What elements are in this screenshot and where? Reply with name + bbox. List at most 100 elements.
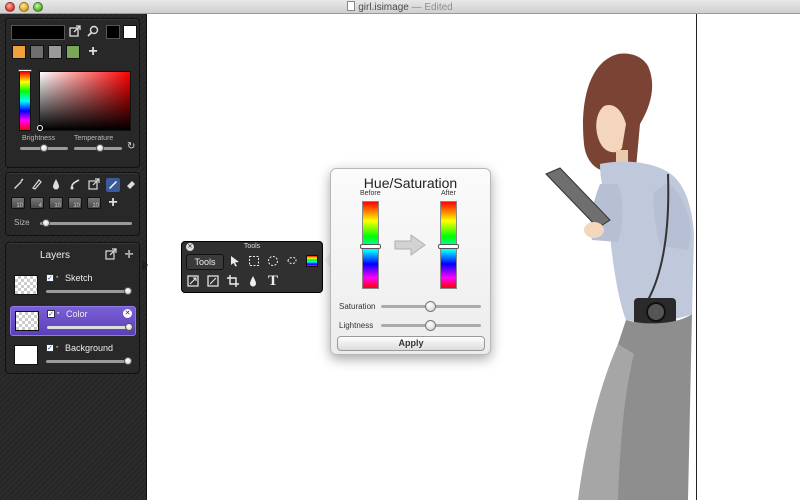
pointer-icon[interactable] — [228, 255, 242, 269]
smudge-icon[interactable] — [68, 178, 82, 192]
add-brush-icon[interactable]: + — [106, 195, 120, 211]
temperature-label: Temperature — [74, 135, 114, 142]
layers-title: Layers — [40, 250, 71, 261]
reset-icon[interactable]: ↻ — [127, 141, 135, 152]
tab-tools[interactable]: Tools — [186, 254, 224, 270]
lightness-slider-thumb[interactable] — [425, 320, 436, 331]
pencil-icon[interactable] — [30, 178, 44, 192]
crop-icon[interactable] — [226, 275, 240, 289]
before-label: Before — [360, 190, 381, 197]
layer-thumbnail — [14, 345, 38, 365]
add-layer-icon[interactable]: + — [122, 247, 136, 263]
export-layer-icon[interactable] — [104, 248, 118, 262]
tools-palette-title: Tools — [243, 243, 261, 250]
recent-color-swatch[interactable] — [66, 45, 80, 59]
layer-opacity-thumb[interactable] — [124, 357, 132, 365]
size-slider[interactable] — [40, 222, 132, 225]
brush-size-label: 4 — [38, 203, 42, 209]
eraser-icon[interactable] — [124, 178, 138, 192]
brush-preset[interactable]: 10 — [68, 197, 82, 209]
layer-visibility-checkbox[interactable]: ✓ — [46, 274, 54, 282]
eyedropper-icon[interactable] — [86, 25, 100, 39]
size-label: Size — [14, 218, 30, 227]
hue-panel-title: Hue/Saturation — [363, 175, 458, 191]
before-hue-handle[interactable] — [360, 244, 381, 249]
rect-select-icon[interactable] — [247, 255, 261, 269]
export-icon[interactable] — [68, 25, 82, 39]
document-icon — [347, 1, 356, 11]
lock-icon[interactable]: ▪ — [56, 344, 62, 352]
delete-layer-icon[interactable]: ✕ — [123, 309, 132, 318]
brush-preset[interactable]: 10 — [87, 197, 101, 209]
layer-thumbnail — [15, 311, 39, 331]
tools-palette: ✕ Tools Tools T — [181, 241, 323, 293]
recent-color-swatch[interactable] — [30, 45, 44, 59]
brush-preset[interactable]: 4 — [30, 197, 44, 209]
brush-active-icon[interactable] — [106, 178, 120, 192]
export-icon[interactable] — [87, 178, 101, 192]
arrow-right-icon — [394, 234, 426, 256]
layer-item-background[interactable]: ✓ ▪ Background — [10, 341, 136, 371]
window-title-text: girl.isimage — [358, 2, 409, 13]
brush-size-label: 10 — [16, 203, 23, 209]
add-color-icon[interactable]: + — [86, 44, 100, 60]
layer-opacity-thumb[interactable] — [125, 323, 133, 331]
layer-opacity-slider[interactable] — [47, 326, 129, 329]
brush-size-label: 10 — [73, 203, 80, 209]
layer-thumbnail — [14, 275, 38, 295]
resize-icon[interactable] — [186, 275, 200, 289]
brush-size-label: 10 — [92, 203, 99, 209]
window-titlebar: girl.isimage — Edited — [0, 0, 800, 14]
layer-opacity-slider[interactable] — [46, 360, 128, 363]
brightness-label: Brightness — [22, 135, 56, 142]
drop-icon[interactable] — [246, 275, 260, 289]
lock-icon[interactable]: ▪ — [57, 310, 63, 318]
layer-visibility-checkbox[interactable]: ✓ — [46, 344, 54, 352]
hue-saturation-icon[interactable] — [306, 255, 318, 267]
layer-name: Color — [66, 309, 88, 319]
brush-panel: 10 4 10 10 10 + Size — [5, 172, 140, 236]
layer-visibility-checkbox[interactable]: ✓ — [47, 310, 55, 318]
brush-icon[interactable] — [11, 178, 25, 192]
saturation-label: Saturation — [339, 302, 376, 311]
left-sidebar: + Brightness Temperature ↻ 10 4 10 10 10… — [0, 14, 147, 500]
transform-icon[interactable] — [206, 275, 220, 289]
saturation-slider-thumb[interactable] — [425, 301, 436, 312]
lasso-select-icon[interactable] — [285, 255, 299, 269]
window-edited-label: — Edited — [411, 2, 453, 13]
recent-color-swatch[interactable] — [48, 45, 62, 59]
window-title: girl.isimage — Edited — [0, 1, 800, 13]
brightness-slider-thumb[interactable] — [40, 144, 48, 152]
text-icon[interactable]: T — [266, 274, 280, 289]
canvas-edge-divider — [696, 14, 697, 500]
lightness-label: Lightness — [339, 321, 374, 330]
layer-item-color[interactable]: ✓ ▪ Color ✕ — [10, 306, 136, 336]
layer-item-sketch[interactable]: ✓ ▪ Sketch — [10, 271, 136, 301]
brush-preset[interactable]: 10 — [11, 197, 25, 209]
brush-size-label: 10 — [54, 203, 61, 209]
ellipse-select-icon[interactable] — [266, 255, 280, 269]
layers-panel: Layers + ✓ ▪ Sketch ✓ ▪ Color ✕ ✓ ▪ Back… — [5, 242, 140, 374]
brush-preset[interactable]: 10 — [49, 197, 63, 209]
recent-color-swatch[interactable] — [12, 45, 26, 59]
temperature-slider-thumb[interactable] — [96, 144, 104, 152]
apply-button[interactable]: Apply — [337, 336, 485, 351]
color-panel: + Brightness Temperature ↻ — [5, 18, 140, 168]
hue-slider-handle[interactable] — [18, 69, 32, 72]
background-color-swatch[interactable] — [123, 25, 137, 39]
hue-saturation-panel: Hue/Saturation Before After Saturation L… — [330, 168, 491, 355]
saturation-brightness-field[interactable] — [39, 71, 131, 131]
layer-name: Background — [65, 343, 114, 353]
after-hue-handle[interactable] — [438, 244, 459, 249]
primary-color-swatch[interactable] — [11, 25, 65, 40]
after-label: After — [441, 190, 456, 197]
lock-icon[interactable]: ▪ — [56, 274, 62, 282]
color-picker-handle[interactable] — [37, 125, 43, 131]
layer-name: Sketch — [65, 273, 93, 283]
foreground-color-swatch[interactable] — [106, 25, 120, 39]
layer-opacity-slider[interactable] — [46, 290, 128, 293]
size-slider-thumb[interactable] — [42, 219, 50, 227]
hue-slider[interactable] — [19, 71, 31, 131]
layer-opacity-thumb[interactable] — [124, 287, 132, 295]
ink-drop-icon[interactable] — [49, 178, 63, 192]
